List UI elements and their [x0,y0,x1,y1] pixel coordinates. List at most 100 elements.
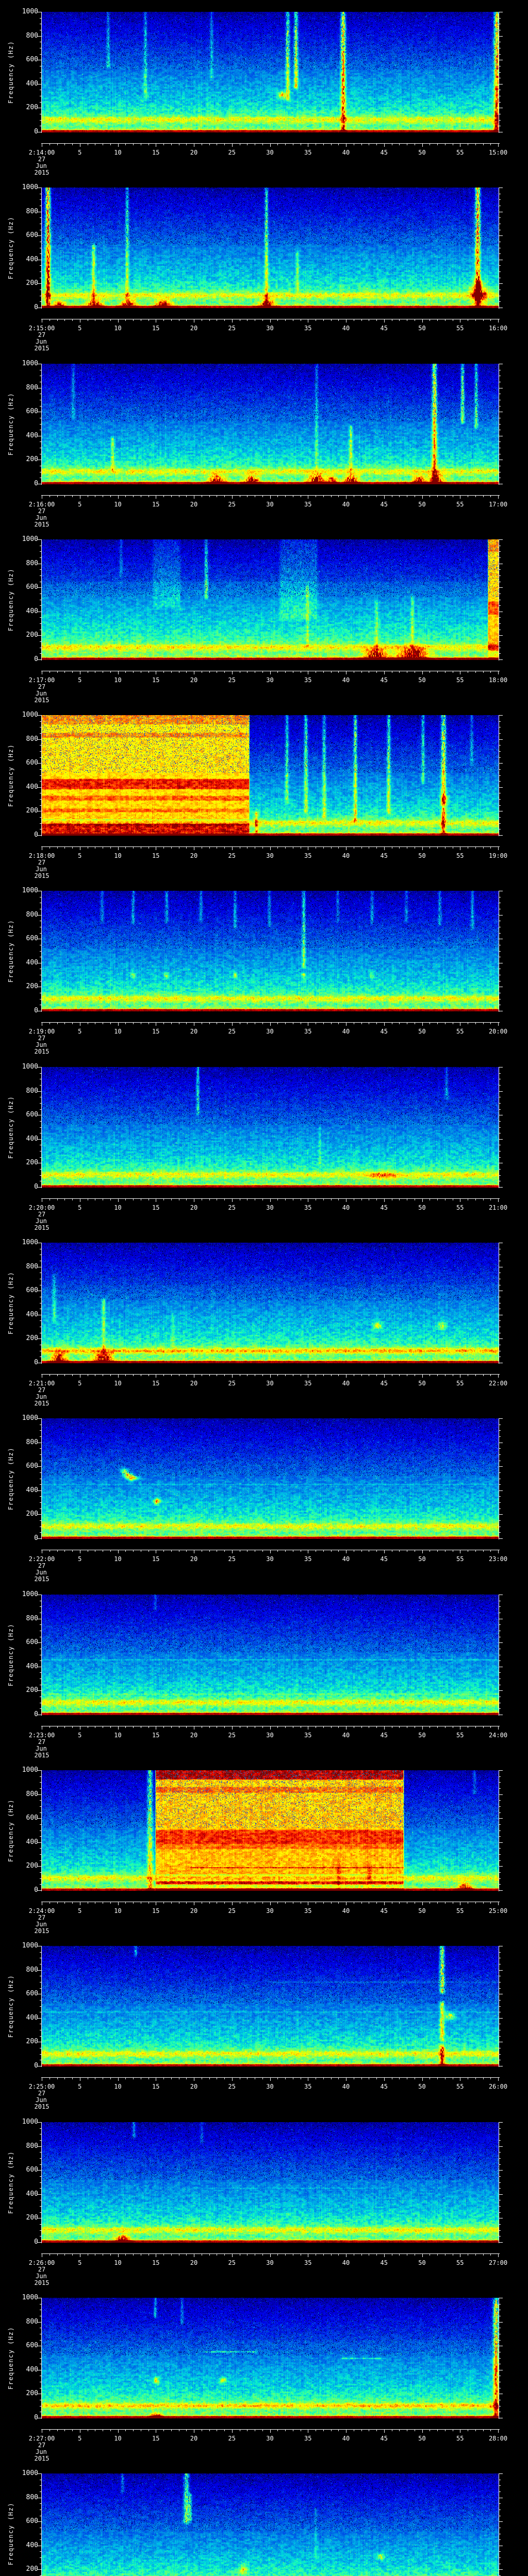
x-tick [57,496,58,497]
y-tick-right [499,283,503,284]
x-tick [110,847,111,849]
y-tick [40,1430,41,1431]
y-tick [38,2321,41,2323]
x-tick-label: 55 [456,325,464,332]
x-tick [224,1023,225,1024]
x-tick [133,1902,134,1904]
y-tick-label: 0 [34,128,38,135]
x-tick [110,144,111,145]
y-axis-line-left [41,1243,42,1364]
y-tick [38,1466,41,1467]
x-tick [483,2430,484,2431]
y-tick [40,2551,41,2552]
x-tick [444,496,446,497]
y-tick-right [499,1884,501,1885]
x-tick [437,847,438,849]
y-tick [38,235,41,236]
x-tick [444,319,446,321]
x-tick [148,2254,149,2256]
y-tick-label: 400 [26,79,38,88]
x-tick [148,496,149,497]
x-tick [285,2078,286,2079]
end-time-label: 21:00 [488,1204,508,1211]
x-tick [444,2254,446,2256]
y-tick [40,2206,41,2207]
y-tick-right [499,1139,503,1140]
x-tick [72,1550,73,1552]
x-tick-label: 20 [190,501,198,508]
y-tick-right [499,253,501,255]
y-axis-title: Frequency (Hz) [7,1447,14,1511]
y-tick-right [499,2485,501,2486]
spectrogram-panel-13: Frequency (Hz) 0 200 400 600 800 1000 2:26:00 5… [0,2110,528,2286]
x-tick [384,1902,385,1905]
x-tick [437,1199,438,1200]
y-tick [38,1538,41,1539]
y-tick-right [499,1454,501,1455]
y-tick-label: 400 [26,958,38,967]
y-tick-right [499,799,501,800]
y-tick-label: 600 [26,1990,38,1998]
x-tick-label: 15 [152,1732,160,1739]
spectrogram-panel-1: Frequency (Hz) 0 200 400 600 800 1000 2:14:00 5… [0,0,528,176]
x-tick-label: 10 [114,2083,122,2090]
y-tick-right [499,1472,501,1473]
y-tick-right [499,757,501,758]
y-axis-title: Frequency (Hz) [7,1271,14,1335]
x-tick [133,1199,134,1200]
x-tick-label: 35 [304,2435,312,2442]
y-tick [38,2146,41,2147]
y-tick-right [499,557,501,558]
x-tick-label: 10 [114,2435,122,2442]
y-tick-label: 200 [26,2565,38,2573]
x-tick [171,2254,172,2256]
y-tick [40,1320,41,1321]
y-tick-right [499,1338,503,1340]
y-tick-right [499,1127,501,1128]
x-tick-label: 40 [342,2259,350,2266]
x-tick [277,1726,278,1728]
y-tick [40,2212,41,2213]
x-tick [399,2254,400,2256]
x-tick [224,2254,225,2256]
y-tick-right [499,1538,503,1539]
x-tick [133,496,134,497]
y-tick-label: 800 [26,1790,38,1798]
x-tick [323,2430,324,2431]
y-tick [40,1103,41,1104]
x-tick [338,2078,339,2079]
x-tick [338,671,339,673]
y-tick-right [499,933,501,934]
x-tick-label: 35 [304,1380,312,1387]
y-tick-label: 800 [26,735,38,743]
x-tick [186,319,187,321]
y-tick-right [499,2473,503,2474]
x-tick-label: 50 [418,1907,426,1914]
x-tick [399,2078,400,2079]
x-tick [331,847,332,849]
x-tick [475,847,476,849]
y-tick-label: 400 [26,2013,38,2022]
y-tick-label: 0 [34,2238,38,2246]
x-tick-label: 15 [152,2259,160,2266]
x-tick [498,1726,499,1730]
y-tick [40,605,41,606]
x-tick [232,2078,233,2081]
x-tick-label: 20 [190,2259,198,2266]
x-tick [270,1375,271,1378]
y-tick [40,617,41,618]
y-tick-right [499,951,501,952]
x-tick [475,1726,476,1728]
y-tick-label: 400 [26,431,38,439]
y-axis-title: Frequency (Hz) [7,216,14,280]
y-tick-label: 200 [26,982,38,991]
x-tick [422,671,423,674]
spectrogram-canvas [42,2122,499,2243]
y-tick-label: 200 [26,2389,38,2398]
x-tick-label: 20 [190,2435,198,2442]
x-tick [483,319,484,321]
x-tick [110,1023,111,1024]
y-tick [40,2224,41,2225]
y-tick [38,1770,41,1771]
date-year-label: 2015 [34,2103,50,2110]
